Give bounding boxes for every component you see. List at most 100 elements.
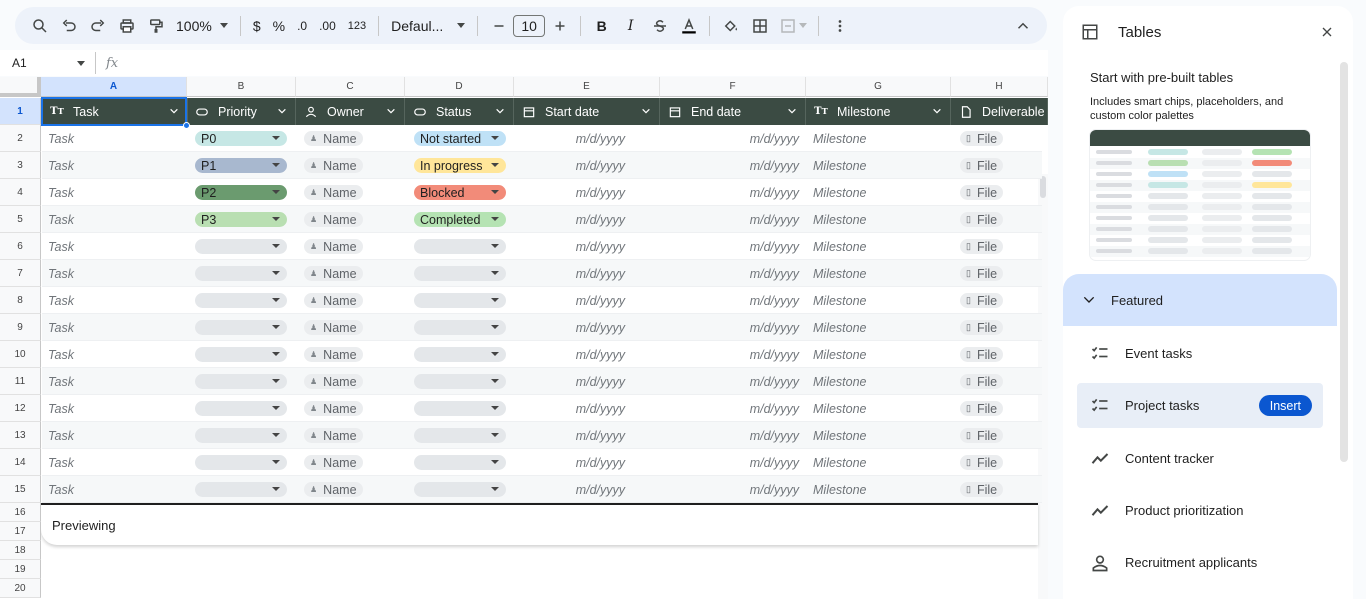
owner-chip[interactable]: ♟ Name (304, 347, 363, 362)
row-header-4[interactable]: 4 (0, 179, 41, 206)
priority-chip[interactable] (195, 320, 287, 335)
milestone-cell[interactable]: Milestone (813, 341, 867, 368)
paint-format-icon[interactable] (141, 12, 170, 40)
more-vert-icon[interactable] (825, 12, 854, 40)
chevron-down-icon[interactable] (277, 106, 287, 116)
row-header-19[interactable]: 19 (0, 560, 41, 579)
chevron-up-icon[interactable] (1008, 12, 1037, 40)
owner-chip[interactable]: ♟ Name (304, 185, 363, 200)
task-cell[interactable]: Task (48, 233, 74, 260)
milestone-cell[interactable]: Milestone (813, 449, 867, 476)
column-header-g[interactable]: G (806, 77, 951, 97)
end-date-cell[interactable]: m/d/yyyy (678, 287, 799, 314)
milestone-cell[interactable]: Milestone (813, 152, 867, 179)
end-date-cell[interactable]: m/d/yyyy (678, 260, 799, 287)
end-date-cell[interactable]: m/d/yyyy (678, 395, 799, 422)
featured-section-toggle[interactable]: Featured (1063, 274, 1337, 326)
font-select[interactable]: Defaul... (385, 12, 471, 40)
end-date-cell[interactable]: m/d/yyyy (678, 179, 799, 206)
column-header-b[interactable]: B (187, 77, 296, 97)
priority-chip[interactable] (195, 482, 287, 497)
insert-button[interactable]: Insert (1258, 395, 1312, 416)
search-menus-icon[interactable] (25, 12, 54, 40)
owner-chip[interactable]: ♟ Name (304, 374, 363, 389)
start-date-cell[interactable]: m/d/yyyy (532, 206, 625, 233)
task-cell[interactable]: Task (48, 206, 74, 233)
select-all-corner[interactable] (0, 77, 41, 97)
deliverable-chip[interactable]: ▯ File (960, 347, 1004, 362)
task-cell[interactable]: Task (48, 341, 74, 368)
owner-chip[interactable]: ♟ Name (304, 266, 363, 281)
priority-chip[interactable] (195, 428, 287, 443)
deliverable-chip[interactable]: ▯ File (960, 293, 1004, 308)
column-header-h[interactable]: H (951, 77, 1048, 97)
row-header-6[interactable]: 6 (0, 233, 41, 260)
milestone-cell[interactable]: Milestone (813, 125, 867, 152)
column-header-a[interactable]: A (41, 77, 187, 97)
task-cell[interactable]: Task (48, 314, 74, 341)
owner-chip[interactable]: ♟ Name (304, 293, 363, 308)
status-chip[interactable] (414, 347, 506, 362)
table-header-priority[interactable]: Priority (187, 98, 296, 125)
print-icon[interactable] (112, 12, 141, 40)
task-cell[interactable]: Task (48, 449, 74, 476)
status-chip[interactable] (414, 401, 506, 416)
status-chip[interactable] (414, 239, 506, 254)
priority-chip[interactable]: P3 (195, 212, 287, 227)
owner-chip[interactable]: ♟ Name (304, 158, 363, 173)
chevron-down-icon[interactable] (495, 106, 505, 116)
row-header-20[interactable]: 20 (0, 579, 41, 598)
milestone-cell[interactable]: Milestone (813, 422, 867, 449)
zoom-select[interactable]: 100% (170, 12, 234, 40)
priority-chip[interactable] (195, 347, 287, 362)
name-box[interactable]: A1 (0, 52, 96, 74)
end-date-cell[interactable]: m/d/yyyy (678, 422, 799, 449)
row-header-11[interactable]: 11 (0, 368, 41, 395)
milestone-cell[interactable]: Milestone (813, 287, 867, 314)
row-header-12[interactable]: 12 (0, 395, 41, 422)
template-recruitment-applicants[interactable]: Recruitment applicants (1077, 540, 1323, 585)
task-cell[interactable]: Task (48, 179, 74, 206)
status-chip[interactable] (414, 320, 506, 335)
task-cell[interactable]: Task (48, 422, 74, 449)
deliverable-chip[interactable]: ▯ File (960, 158, 1004, 173)
font-size-input[interactable]: 10 (513, 14, 546, 37)
owner-chip[interactable]: ♟ Name (304, 401, 363, 416)
more-formats-button[interactable]: 123 (342, 12, 372, 40)
status-chip[interactable] (414, 293, 506, 308)
status-chip[interactable] (414, 374, 506, 389)
deliverable-chip[interactable]: ▯ File (960, 266, 1004, 281)
decrease-font-size-button[interactable] (484, 12, 513, 40)
row-header-15[interactable]: 15 (0, 476, 41, 503)
start-date-cell[interactable]: m/d/yyyy (532, 125, 625, 152)
merge-cells-icon[interactable] (774, 12, 812, 40)
deliverable-chip[interactable]: ▯ File (960, 239, 1004, 254)
task-cell[interactable]: Task (48, 260, 74, 287)
status-chip[interactable]: In progress (414, 158, 506, 173)
owner-chip[interactable]: ♟ Name (304, 428, 363, 443)
deliverable-chip[interactable]: ▯ File (960, 320, 1004, 335)
end-date-cell[interactable]: m/d/yyyy (678, 314, 799, 341)
status-chip[interactable] (414, 428, 506, 443)
fill-color-icon[interactable] (716, 12, 745, 40)
status-chip[interactable]: Completed (414, 212, 506, 227)
table-header-milestone[interactable]: TT Milestone (806, 98, 951, 125)
start-date-cell[interactable]: m/d/yyyy (532, 341, 625, 368)
deliverable-chip[interactable]: ▯ File (960, 455, 1004, 470)
milestone-cell[interactable]: Milestone (813, 368, 867, 395)
start-date-cell[interactable]: m/d/yyyy (532, 422, 625, 449)
borders-icon[interactable] (745, 12, 774, 40)
owner-chip[interactable]: ♟ Name (304, 239, 363, 254)
start-date-cell[interactable]: m/d/yyyy (532, 287, 625, 314)
italic-button[interactable]: I (616, 12, 645, 40)
percent-format-button[interactable]: % (267, 12, 291, 40)
row-header-8[interactable]: 8 (0, 287, 41, 314)
status-chip[interactable]: Blocked (414, 185, 506, 200)
priority-chip[interactable] (195, 374, 287, 389)
milestone-cell[interactable]: Milestone (813, 206, 867, 233)
task-cell[interactable]: Task (48, 476, 74, 503)
status-chip[interactable] (414, 266, 506, 281)
row-header-18[interactable]: 18 (0, 541, 41, 560)
priority-chip[interactable]: P1 (195, 158, 287, 173)
task-cell[interactable]: Task (48, 395, 74, 422)
